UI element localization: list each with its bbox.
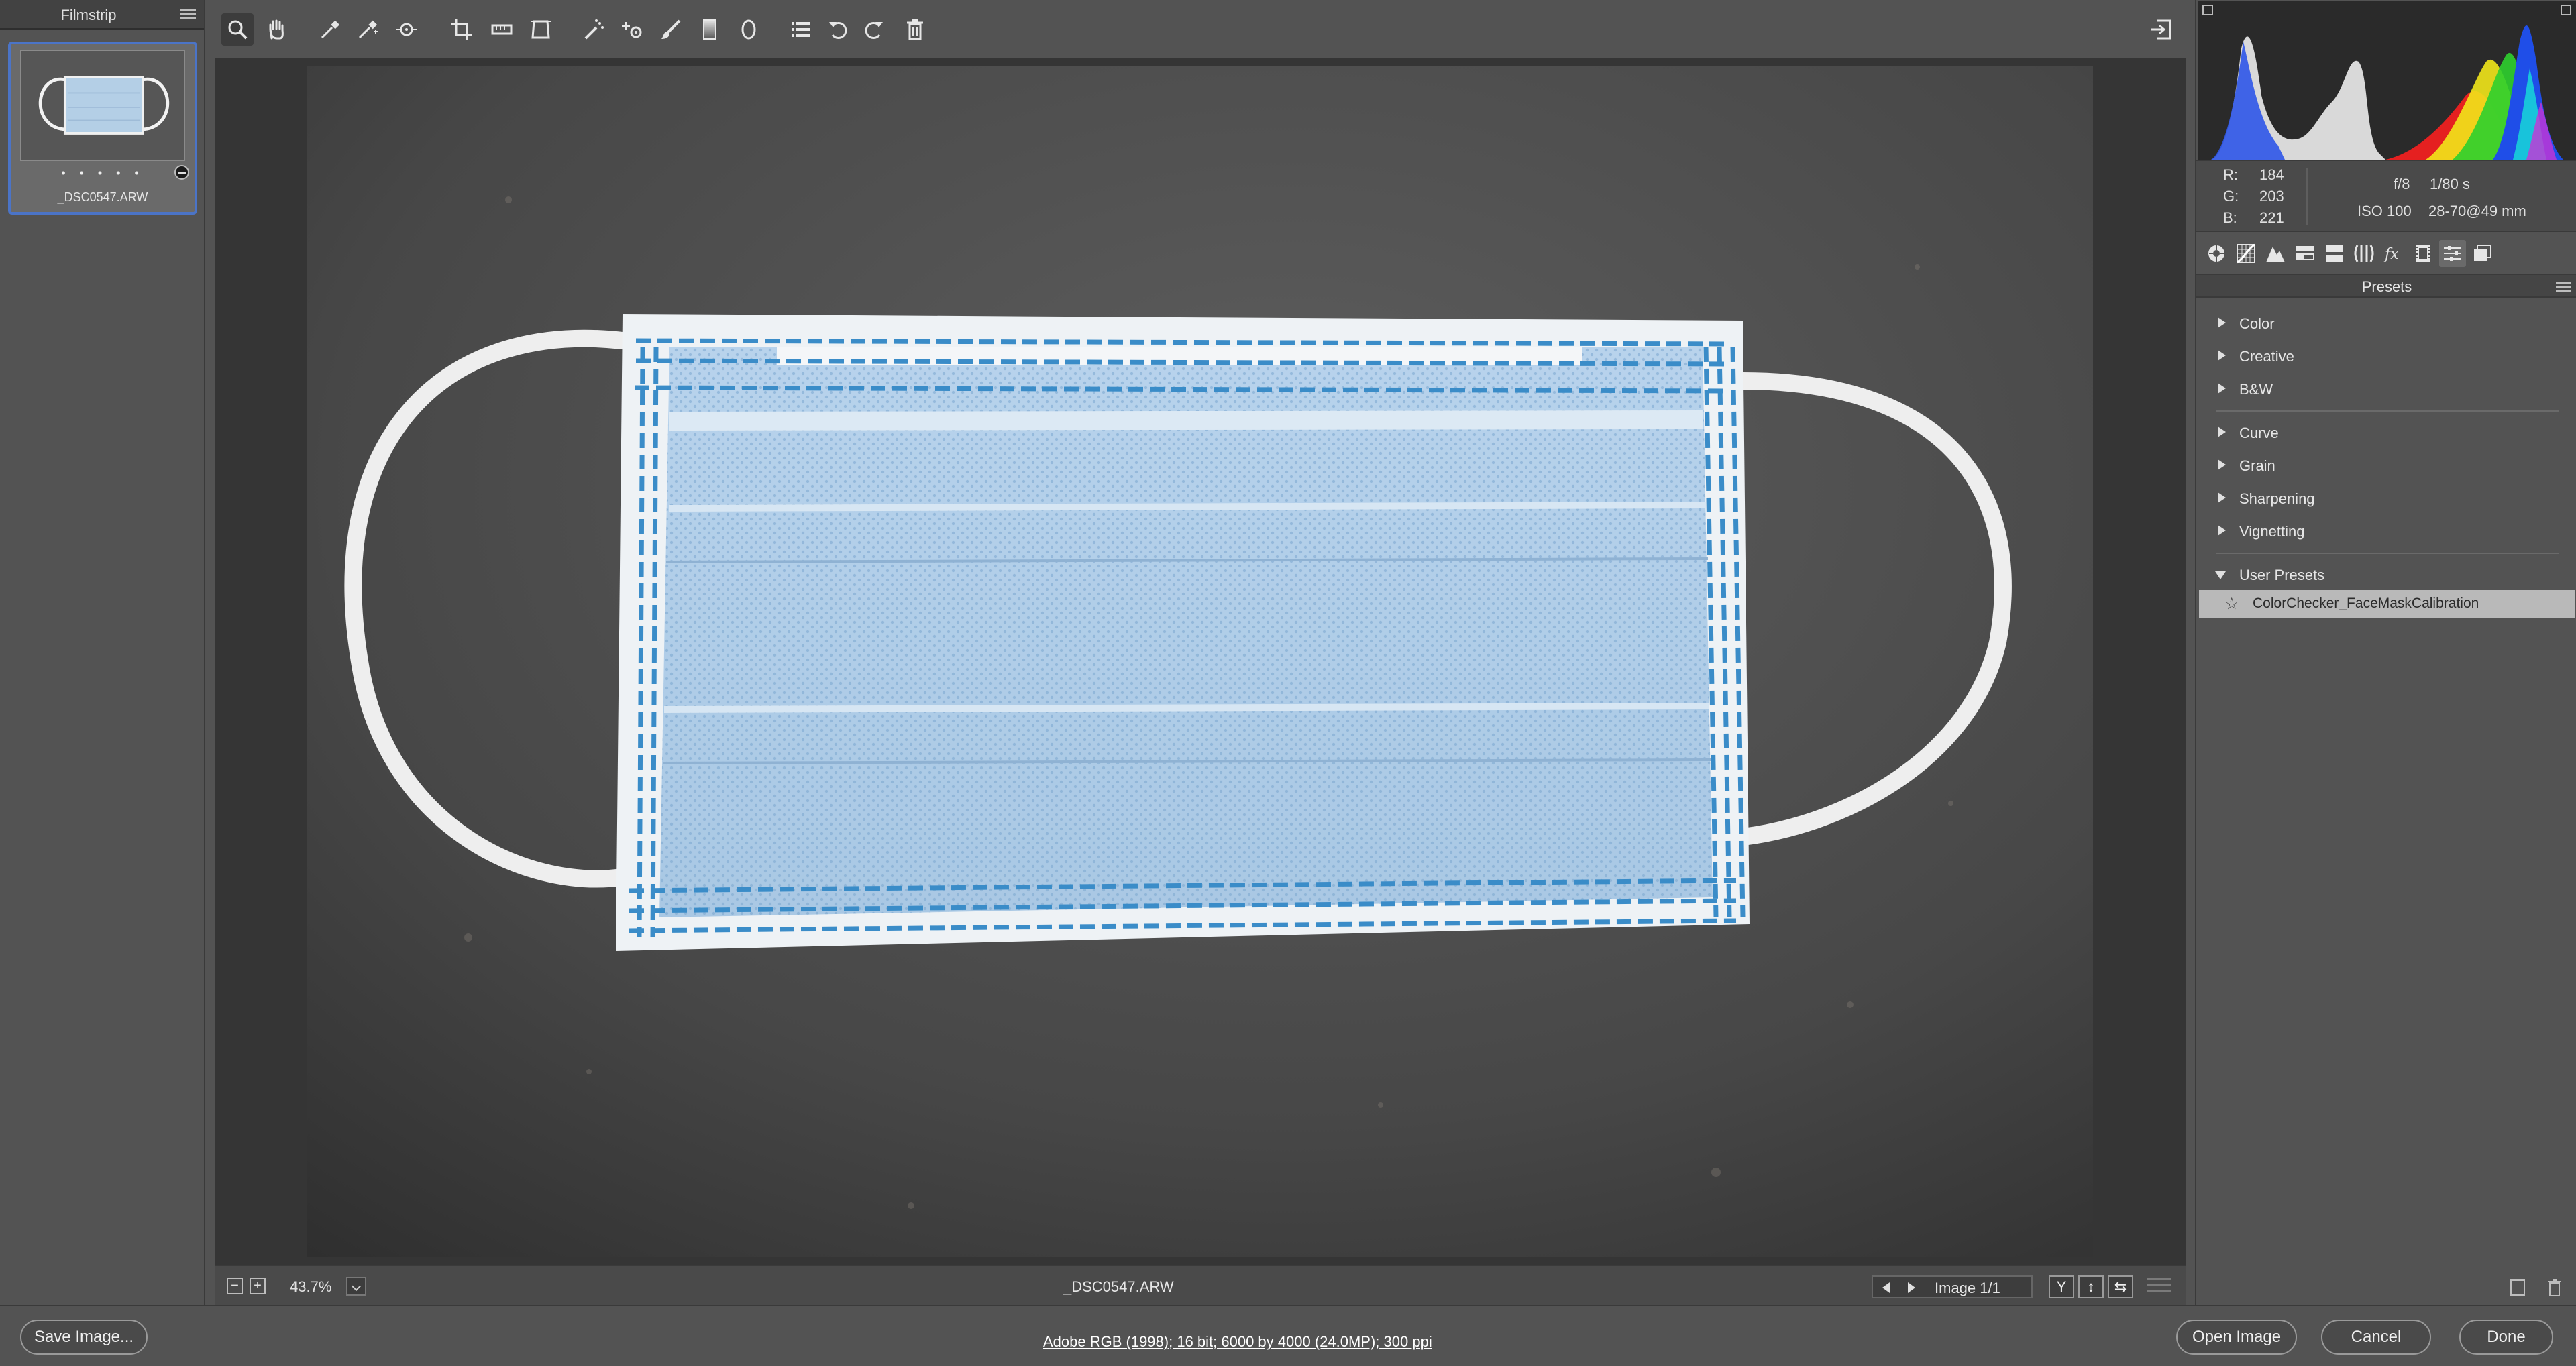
thumbnail-filename: _DSC0547.ARW	[57, 190, 148, 204]
preset-group-grain[interactable]: Grain	[2210, 453, 2559, 479]
transform-icon[interactable]	[525, 13, 557, 46]
color-sampler-icon[interactable]	[352, 13, 384, 46]
expand-triangle-icon	[2218, 350, 2226, 361]
preview-canvas[interactable]	[215, 58, 2186, 1265]
target-adjust-icon[interactable]	[390, 13, 423, 46]
graduated-filter-icon[interactable]	[694, 13, 726, 46]
snapshots-icon[interactable]	[2469, 240, 2496, 267]
toggle-settings-icon[interactable]	[2147, 1278, 2171, 1297]
white-balance-icon[interactable]	[314, 13, 346, 46]
right-panel: R: 184 G: 203 B: 221 f/8 1/80 s ISO 100 28-…	[2195, 0, 2576, 1305]
filmstrip-title: Filmstrip	[60, 7, 117, 23]
hand-icon[interactable]	[260, 13, 292, 46]
adjusted-badge-icon	[174, 165, 189, 180]
expand-triangle-icon	[2218, 492, 2226, 503]
shutter-value: 1/80 s	[2430, 176, 2470, 192]
straighten-icon[interactable]	[486, 13, 518, 46]
preset-group-user-presets[interactable]: User Presets	[2210, 562, 2559, 589]
preset-group-bw[interactable]: B&W	[2210, 376, 2559, 403]
delete-preset-icon[interactable]	[2546, 1278, 2563, 1297]
preset-group-vignetting[interactable]: Vignetting	[2210, 518, 2559, 545]
rotate-right-icon[interactable]	[857, 13, 890, 46]
expand-triangle-icon	[2218, 383, 2226, 394]
expand-triangle-icon	[2218, 525, 2226, 536]
open-image-button[interactable]: Open Image	[2176, 1320, 2297, 1355]
save-image-button[interactable]: Save Image...	[20, 1320, 148, 1355]
lens-value: 28-70@49 mm	[2428, 203, 2526, 219]
previous-image-icon[interactable]	[1882, 1282, 1890, 1293]
info-divider	[2306, 168, 2308, 225]
next-image-icon[interactable]	[1908, 1282, 1915, 1293]
copy-settings-button[interactable]: ⇆	[2108, 1275, 2133, 1298]
swap-settings-button[interactable]: ↕	[2078, 1275, 2104, 1298]
b-readout: B: 221	[2223, 209, 2284, 226]
panel-tabs: fx	[2196, 233, 2576, 274]
bottom-bar: Save Image... Adobe RGB (1998); 16 bit; …	[0, 1305, 2576, 1366]
preset-group-color[interactable]: Color	[2210, 310, 2559, 337]
expand-triangle-icon	[2218, 459, 2226, 470]
preset-group-creative[interactable]: Creative	[2210, 343, 2559, 370]
info-readout: R: 184 G: 203 B: 221 f/8 1/80 s ISO 100 28-…	[2196, 160, 2576, 232]
zoom-out-button[interactable]: −	[227, 1278, 243, 1294]
presets-header: Presets	[2196, 274, 2576, 298]
r-readout: R: 184	[2223, 166, 2284, 183]
red-eye-icon[interactable]	[616, 13, 648, 46]
cancel-button[interactable]: Cancel	[2321, 1320, 2431, 1355]
filmstrip-header: Filmstrip	[0, 0, 204, 30]
adjustment-brush-icon[interactable]	[655, 13, 687, 46]
user-preset-item[interactable]: ☆ ColorChecker_FaceMaskCalibration	[2199, 590, 2575, 618]
collapse-triangle-icon	[2215, 571, 2226, 579]
expand-triangle-icon	[2218, 426, 2226, 437]
preferences-icon[interactable]	[785, 13, 817, 46]
preview-image[interactable]	[307, 66, 2093, 1257]
expand-triangle-icon	[2218, 317, 2226, 328]
hsl-icon[interactable]	[2292, 240, 2318, 267]
filmstrip-menu-icon[interactable]	[180, 9, 196, 20]
svg-text:fx: fx	[2383, 246, 2399, 263]
fullscreen-icon[interactable]	[2145, 13, 2178, 46]
rotate-left-icon[interactable]	[822, 13, 855, 46]
iso-value: ISO 100	[2357, 203, 2412, 219]
split-toning-icon[interactable]	[2321, 240, 2348, 267]
zoom-level: 43.7%	[290, 1278, 332, 1295]
before-after-view-button[interactable]: Y	[2049, 1275, 2074, 1298]
radial-filter-icon[interactable]	[733, 13, 765, 46]
user-preset-label: ColorChecker_FaceMaskCalibration	[2253, 595, 2479, 611]
presets-title: Presets	[2361, 278, 2412, 295]
effects-icon[interactable]: fx	[2380, 240, 2407, 267]
canvas-status-bar: − + 43.7% _DSC0547.ARW Image 1/1 Y ↕ ⇆	[215, 1265, 2186, 1305]
image-count: Image 1/1	[1935, 1279, 2000, 1296]
spot-removal-icon[interactable]	[578, 13, 610, 46]
current-filename: _DSC0547.ARW	[1063, 1278, 1174, 1295]
presets-icon[interactable]	[2439, 240, 2466, 267]
detail-icon[interactable]	[2262, 240, 2289, 267]
preset-group-curve[interactable]: Curve	[2210, 420, 2559, 447]
zoom-icon[interactable]	[221, 13, 254, 46]
histogram	[2198, 1, 2576, 160]
lens-corrections-icon[interactable]	[2351, 240, 2377, 267]
star-icon[interactable]: ☆	[2224, 594, 2239, 614]
aperture-value: f/8	[2394, 176, 2410, 192]
filmstrip-thumbnail[interactable]: • • • • • _DSC0547.ARW	[8, 42, 197, 215]
thumbnail-rating[interactable]: • • • • •	[11, 166, 195, 180]
group-divider	[2216, 553, 2559, 554]
camera-calibration-icon[interactable]	[2410, 240, 2436, 267]
preset-group-sharpening[interactable]: Sharpening	[2210, 486, 2559, 512]
g-readout: G: 203	[2223, 188, 2284, 205]
presets-menu-icon[interactable]	[2556, 282, 2571, 294]
basic-icon[interactable]	[2203, 240, 2230, 267]
toolbar	[215, 0, 2186, 58]
thumbnail-image	[20, 50, 185, 161]
zoom-in-button[interactable]: +	[250, 1278, 266, 1294]
group-divider	[2216, 410, 2559, 412]
done-button[interactable]: Done	[2459, 1320, 2553, 1355]
crop-icon[interactable]	[445, 13, 478, 46]
filmstrip-panel: Filmstrip • • • • • _DSC0547.ARW	[0, 0, 205, 1305]
tone-curve-icon[interactable]	[2233, 240, 2259, 267]
zoom-dropdown[interactable]	[346, 1277, 366, 1296]
image-navigator: Image 1/1	[1872, 1275, 2033, 1298]
workflow-options-link[interactable]: Adobe RGB (1998); 16 bit; 6000 by 4000 (…	[1043, 1333, 1432, 1351]
new-preset-icon[interactable]	[2510, 1279, 2525, 1296]
trash-icon[interactable]	[899, 13, 931, 46]
